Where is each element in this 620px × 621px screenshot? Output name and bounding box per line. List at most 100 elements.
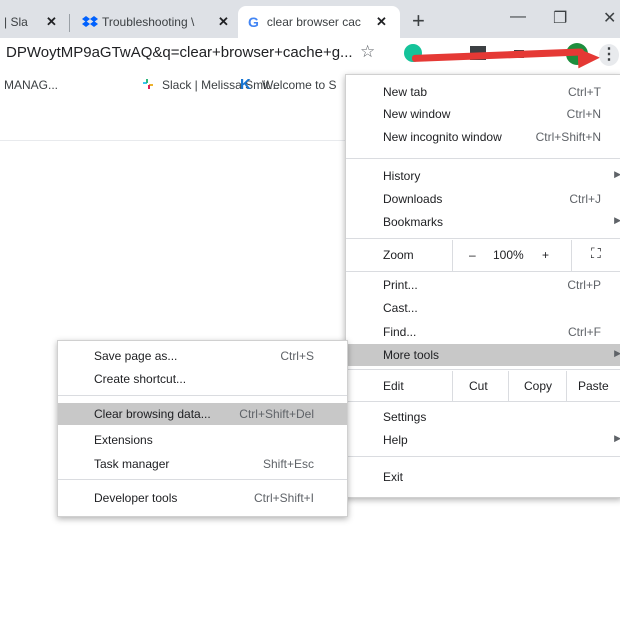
edit-cut-cell[interactable]: Cut [452, 371, 509, 401]
menu-separator [346, 238, 620, 239]
zoom-in-button[interactable]: + [542, 248, 549, 262]
zoom-value: 100% [493, 248, 524, 262]
menu-item-label: New tab [383, 85, 428, 99]
menu-item-label: Settings [383, 410, 427, 424]
submenu-item-label: Task manager [94, 457, 170, 471]
menu-item-label: History [383, 169, 421, 183]
submenu-item-label: Save page as... [94, 349, 178, 363]
submenu-item-clear-browsing-data[interactable]: Clear browsing data... Ctrl+Shift+Del [58, 403, 347, 425]
paste-button[interactable]: Paste [578, 379, 609, 393]
menu-item-print[interactable]: Print... Ctrl+P [346, 274, 620, 296]
fullscreen-icon[interactable]: ⛶ [591, 245, 601, 262]
submenu-item-developer-tools[interactable]: Developer tools Ctrl+Shift+I [58, 487, 347, 509]
submenu-item-shortcut: Ctrl+Shift+Del [239, 407, 314, 421]
edit-copy-cell[interactable]: Copy [508, 371, 567, 401]
submenu-item-shortcut: Ctrl+S [280, 349, 314, 363]
submenu-separator [58, 395, 347, 396]
new-tab-button[interactable]: + [412, 8, 425, 34]
bookmark-manag[interactable]: MANAG... [4, 78, 58, 92]
submenu-item-label: Extensions [94, 433, 153, 447]
menu-zoom-row: Zoom – 100% + ⛶ [346, 240, 620, 271]
divider [0, 140, 345, 141]
submenu-item-create-shortcut[interactable]: Create shortcut... [58, 368, 347, 390]
slack-icon [143, 79, 153, 89]
edit-label: Edit [383, 379, 404, 393]
menu-item-shortcut: Ctrl+Shift+N [535, 130, 601, 144]
submenu-arrow-icon: ▶ [614, 348, 620, 358]
menu-item-new-window[interactable]: New window Ctrl+N [346, 103, 620, 125]
edit-paste-cell[interactable]: Paste [566, 371, 620, 401]
tab-label: | Sla [4, 15, 28, 29]
restore-button[interactable]: ❐ [553, 8, 567, 28]
submenu-separator [58, 479, 347, 480]
google-g-icon: G [248, 14, 259, 30]
menu-item-label: Find... [383, 325, 417, 339]
menu-item-label: Print... [383, 278, 418, 292]
submenu-item-extensions[interactable]: Extensions [58, 429, 347, 451]
menu-separator [346, 271, 620, 272]
menu-separator [346, 401, 620, 402]
zoom-label: Zoom [383, 248, 414, 262]
menu-item-label: New window [383, 107, 451, 121]
cut-button[interactable]: Cut [469, 379, 488, 393]
menu-item-label: Exit [383, 470, 404, 484]
menu-item-more-tools[interactable]: More tools ▶ [346, 344, 620, 366]
menu-item-downloads[interactable]: Downloads Ctrl+J [346, 188, 620, 210]
menu-edit-row: Edit Cut Copy Paste [346, 371, 620, 401]
bookmark-star-icon[interactable]: ☆ [360, 42, 375, 62]
menu-item-shortcut: Ctrl+J [569, 192, 601, 206]
chrome-main-menu: New tab Ctrl+T New window Ctrl+N New inc… [345, 74, 620, 498]
submenu-arrow-icon: ▶ [614, 215, 620, 225]
submenu-item-label: Create shortcut... [94, 372, 187, 386]
submenu-item-task-manager[interactable]: Task manager Shift+Esc [58, 453, 347, 475]
menu-separator [346, 456, 620, 457]
menu-separator [346, 158, 620, 159]
menu-item-label: New incognito window [383, 130, 502, 144]
menu-item-label: More tools [383, 348, 440, 362]
close-icon[interactable]: ✕ [218, 14, 229, 30]
annotation-arrow-head [577, 47, 601, 69]
tab-troubleshooting[interactable]: Troubleshooting \ ✕ [78, 6, 233, 38]
submenu-item-label: Developer tools [94, 491, 178, 505]
tab-slack[interactable]: | Sla ✕ [0, 6, 66, 38]
menu-item-label: Cast... [383, 301, 418, 315]
menu-item-history[interactable]: History ▶ [346, 165, 620, 187]
menu-item-shortcut: Ctrl+N [566, 107, 601, 121]
tab-separator [69, 14, 70, 32]
menu-item-label: Bookmarks [383, 215, 444, 229]
tab-label: clear browser cac [266, 15, 361, 29]
close-icon[interactable]: ✕ [46, 14, 57, 30]
menu-item-settings[interactable]: Settings [346, 406, 620, 428]
window-close-button[interactable]: ✕ [603, 8, 616, 28]
menu-item-new-incognito[interactable]: New incognito window Ctrl+Shift+N [346, 126, 620, 148]
menu-item-label: Help [383, 433, 408, 447]
submenu-arrow-icon: ▶ [614, 433, 620, 443]
menu-item-shortcut: Ctrl+T [568, 85, 601, 99]
menu-item-bookmarks[interactable]: Bookmarks ▶ [346, 211, 620, 233]
menu-item-find[interactable]: Find... Ctrl+F [346, 321, 620, 343]
menu-item-help[interactable]: Help ▶ [346, 429, 620, 451]
menu-item-label: Downloads [383, 192, 443, 206]
submenu-item-label: Clear browsing data... [94, 407, 211, 421]
tab-label: Troubleshooting \ [102, 15, 195, 29]
menu-item-new-tab[interactable]: New tab Ctrl+T [346, 81, 620, 103]
bookmark-welcome[interactable]: Welcome to S [262, 78, 336, 92]
tab-google-search[interactable]: G clear browser cac ✕ [238, 6, 400, 38]
menu-item-exit[interactable]: Exit [346, 466, 620, 488]
dropbox-icon [82, 16, 98, 27]
minimize-button[interactable]: — [510, 8, 526, 26]
copy-button[interactable]: Copy [524, 379, 552, 393]
zoom-out-button[interactable]: – [469, 248, 476, 262]
address-bar[interactable]: DPWoytMP9aGTwAQ&q=clear+browser+cache+g.… [6, 44, 353, 61]
chrome-menu-button[interactable]: ⋮ [599, 44, 619, 66]
submenu-item-shortcut: Ctrl+Shift+I [253, 491, 314, 505]
k-logo-icon: K [240, 76, 251, 93]
submenu-item-shortcut: Shift+Esc [262, 457, 314, 471]
menu-separator [346, 369, 620, 370]
menu-item-cast[interactable]: Cast... [346, 297, 620, 319]
menu-item-shortcut: Ctrl+P [567, 278, 601, 292]
close-icon[interactable]: ✕ [376, 14, 387, 30]
tab-strip: | Sla ✕ Troubleshooting \ ✕ G clear brow… [0, 0, 620, 38]
menu-item-shortcut: Ctrl+F [568, 325, 601, 339]
submenu-item-save-page[interactable]: Save page as... Ctrl+S [58, 345, 347, 367]
